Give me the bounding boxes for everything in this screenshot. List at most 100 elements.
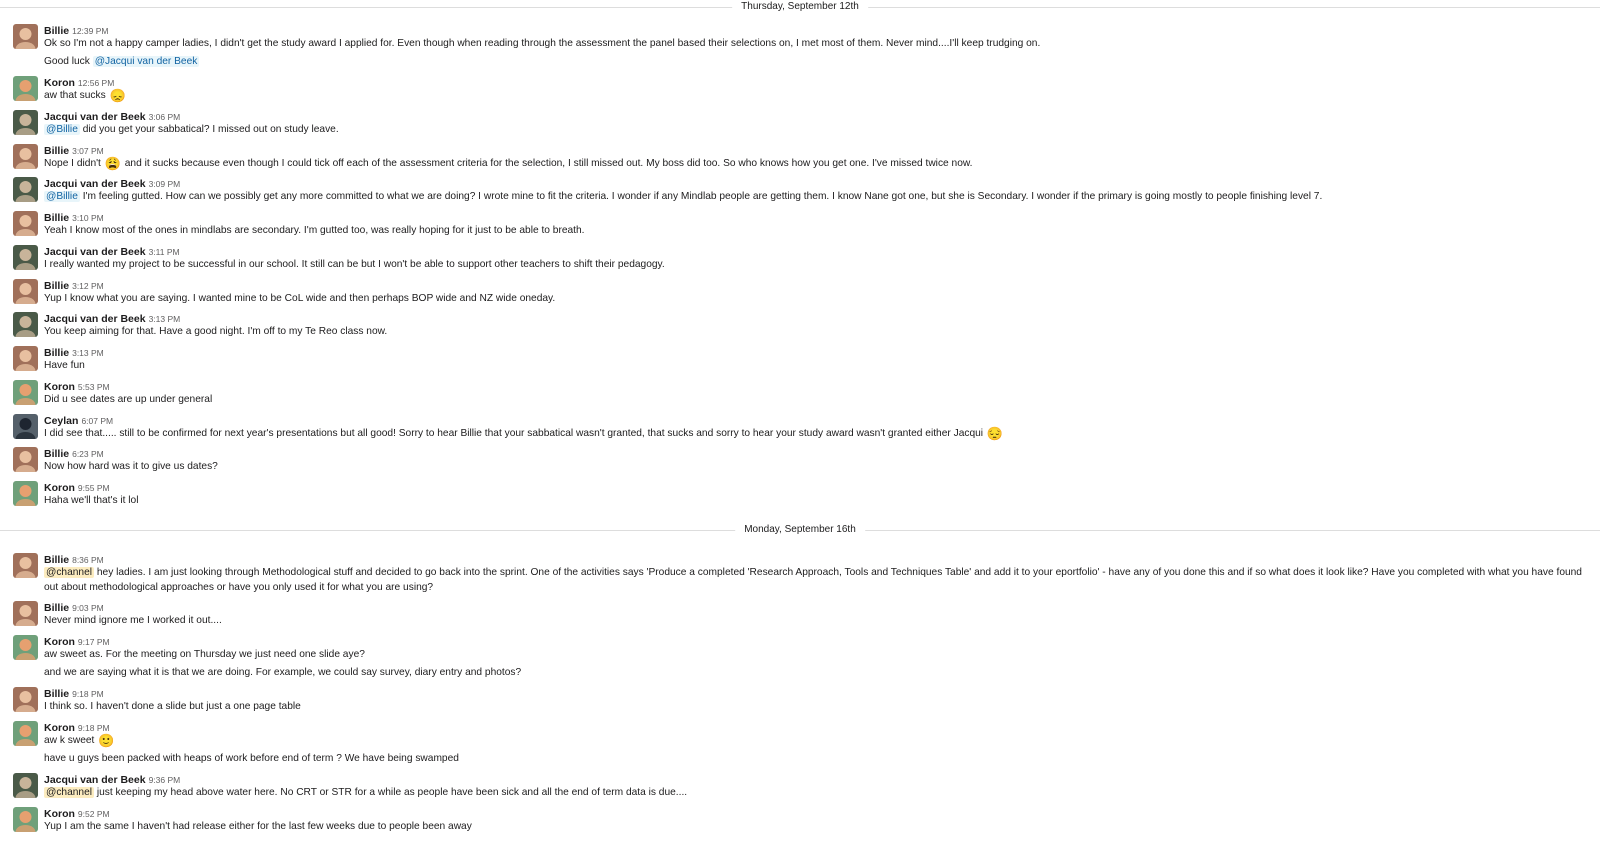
avatar[interactable] xyxy=(13,245,38,270)
avatar-photo xyxy=(13,635,38,660)
avatar[interactable] xyxy=(13,110,38,135)
message-text: Yeah I know most of the ones in mindlabs… xyxy=(44,223,1589,238)
message-timestamp[interactable]: 3:13 PM xyxy=(149,314,181,324)
message-timestamp[interactable]: 12:56 PM xyxy=(78,78,114,88)
message-header: Billie 9:03 PM xyxy=(44,601,104,614)
message-timestamp[interactable]: 9:18 PM xyxy=(78,723,110,733)
text-segment: Yeah I know most of the ones in mindlabs… xyxy=(44,225,585,236)
message-text: Now how hard was it to give us dates? xyxy=(44,459,1589,474)
message-text: I did see that..... still to be confirme… xyxy=(44,426,1589,441)
text-segment: aw k sweet xyxy=(44,735,98,746)
avatar-photo xyxy=(13,177,38,202)
text-segment: I really wanted my project to be success… xyxy=(44,259,665,270)
avatar-photo xyxy=(13,553,38,578)
message-timestamp[interactable]: 9:55 PM xyxy=(78,483,110,493)
date-divider: Thursday, September 12th xyxy=(0,0,1600,14)
message-timestamp[interactable]: 5:53 PM xyxy=(78,382,110,392)
message-timestamp[interactable]: 3:12 PM xyxy=(72,281,104,291)
message-timestamp[interactable]: 12:39 PM xyxy=(72,26,108,36)
message-header: Billie 3:07 PM xyxy=(44,144,104,157)
message-timestamp[interactable]: 8:36 PM xyxy=(72,555,104,565)
date-divider: Monday, September 16th xyxy=(0,523,1600,537)
avatar[interactable] xyxy=(13,721,38,746)
avatar-photo xyxy=(13,414,38,439)
avatar[interactable] xyxy=(13,635,38,660)
message-timestamp[interactable]: 3:11 PM xyxy=(149,247,180,257)
avatar[interactable] xyxy=(13,144,38,169)
avatar-photo xyxy=(13,687,38,712)
message-text: Nope I didn't 😩 and it sucks because eve… xyxy=(44,156,1589,171)
message-timestamp[interactable]: 3:06 PM xyxy=(149,112,181,122)
avatar-photo xyxy=(13,481,38,506)
avatar[interactable] xyxy=(13,687,38,712)
avatar[interactable] xyxy=(13,279,38,304)
avatar[interactable] xyxy=(13,601,38,626)
user-mention[interactable]: @Billie xyxy=(44,191,80,202)
avatar-photo xyxy=(13,144,38,169)
avatar[interactable] xyxy=(13,177,38,202)
text-segment: and it sucks because even though I could… xyxy=(121,158,973,169)
avatar-photo xyxy=(13,245,38,270)
avatar[interactable] xyxy=(13,447,38,472)
message-text: I think so. I haven't done a slide but j… xyxy=(44,699,1589,714)
message-timestamp[interactable]: 9:17 PM xyxy=(78,637,110,647)
message-header: Jacqui van der Beek 9:36 PM xyxy=(44,773,181,786)
avatar[interactable] xyxy=(13,380,38,405)
avatar[interactable] xyxy=(13,346,38,371)
message-text: Haha we'll that's it lol xyxy=(44,493,1589,508)
message-timestamp[interactable]: 9:52 PM xyxy=(78,809,110,819)
text-segment: Did u see dates are up under general xyxy=(44,394,213,405)
avatar[interactable] xyxy=(13,773,38,798)
message-timestamp[interactable]: 6:07 PM xyxy=(81,416,113,426)
avatar[interactable] xyxy=(13,211,38,236)
message-timestamp[interactable]: 3:10 PM xyxy=(72,213,104,223)
avatar-photo xyxy=(13,76,38,101)
message-header: Billie 12:39 PM xyxy=(44,24,108,37)
text-segment: have u guys been packed with heaps of wo… xyxy=(44,753,459,764)
message-text: Good luck @Jacqui van der Beek xyxy=(44,54,1589,69)
avatar[interactable] xyxy=(13,414,38,439)
text-segment: I did see that..... still to be confirme… xyxy=(44,428,986,439)
message-timestamp[interactable]: 3:13 PM xyxy=(72,348,104,358)
date-divider-label[interactable]: Thursday, September 12th xyxy=(732,0,868,14)
message-timestamp[interactable]: 6:23 PM xyxy=(72,449,104,459)
message-header: Billie 6:23 PM xyxy=(44,447,104,460)
text-segment: Now how hard was it to give us dates? xyxy=(44,461,218,472)
avatar[interactable] xyxy=(13,312,38,337)
text-segment: Good luck xyxy=(44,56,93,67)
message-header: Jacqui van der Beek 3:09 PM xyxy=(44,177,181,190)
channel-mention[interactable]: @channel xyxy=(44,787,95,798)
message-timestamp[interactable]: 3:09 PM xyxy=(149,179,181,189)
avatar[interactable] xyxy=(13,807,38,832)
message-header: Koron 9:18 PM xyxy=(44,721,110,734)
message-text: I really wanted my project to be success… xyxy=(44,257,1589,272)
channel-mention[interactable]: @channel xyxy=(44,567,95,578)
message-text: and we are saying what it is that we are… xyxy=(44,665,1589,680)
message-timestamp[interactable]: 3:07 PM xyxy=(72,146,104,156)
avatar[interactable] xyxy=(13,481,38,506)
avatar-photo xyxy=(13,807,38,832)
text-segment: aw that sucks xyxy=(44,90,109,101)
message-timestamp[interactable]: 9:03 PM xyxy=(72,603,104,613)
avatar[interactable] xyxy=(13,553,38,578)
message-header: Koron 9:55 PM xyxy=(44,481,110,494)
text-segment: Nope I didn't xyxy=(44,158,104,169)
user-mention[interactable]: @Billie xyxy=(44,124,80,135)
date-divider-label[interactable]: Monday, September 16th xyxy=(735,523,865,537)
emoji-icon: 😔 xyxy=(986,426,1004,441)
text-segment: hey ladies. I am just looking through Me… xyxy=(44,567,1582,593)
user-mention[interactable]: @Jacqui van der Beek xyxy=(92,56,200,67)
avatar-photo xyxy=(13,773,38,798)
avatar[interactable] xyxy=(13,76,38,101)
avatar-photo xyxy=(13,24,38,49)
message-text: Never mind ignore me I worked it out.... xyxy=(44,613,1589,628)
message-text: aw sweet as. For the meeting on Thursday… xyxy=(44,647,1589,662)
text-segment: aw sweet as. For the meeting on Thursday… xyxy=(44,649,365,660)
emoji-icon: 🙂 xyxy=(98,733,115,748)
message-header: Billie 9:18 PM xyxy=(44,687,104,700)
message-text: @Billie I'm feeling gutted. How can we p… xyxy=(44,189,1589,204)
avatar[interactable] xyxy=(13,24,38,49)
message-timestamp[interactable]: 9:36 PM xyxy=(149,775,181,785)
message-timestamp[interactable]: 9:18 PM xyxy=(72,689,104,699)
message-text: @Billie did you get your sabbatical? I m… xyxy=(44,122,1589,137)
